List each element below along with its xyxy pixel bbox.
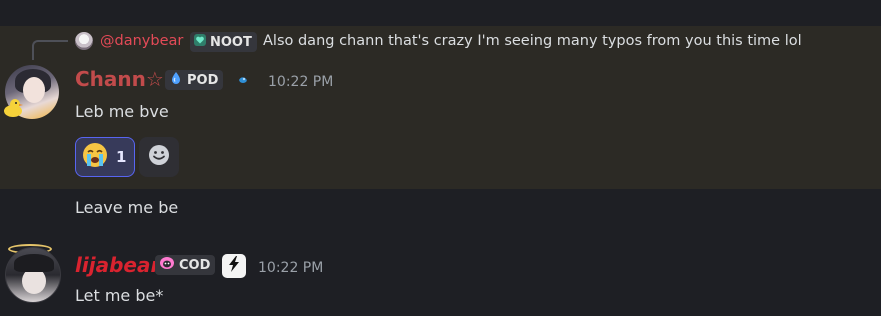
tag-label: POD [187,72,219,88]
avatar-face [23,77,45,103]
bolt-icon [226,255,242,277]
reply-avatar[interactable] [75,32,93,50]
message-content: Let me be* [75,286,164,305]
username[interactable]: lijabear [75,253,160,277]
reply-tag-label: NOOT [210,34,252,50]
message-content: Leb me bve [75,102,169,121]
crying-face-icon [82,142,108,172]
avatar[interactable] [5,247,61,303]
message-content: Leave me be [75,198,179,217]
timestamp[interactable]: 10:22 PM [258,260,323,276]
guild-tag[interactable]: POD [165,70,224,90]
water-drop-icon [169,71,183,89]
chat-message-list: @danybear NOOT Also dang chann that's cr… [0,0,881,316]
username[interactable]: Chann☆ [75,67,164,91]
heart-icon [194,34,206,50]
bubble-icon [239,77,247,83]
tag-label: COD [179,257,211,273]
guild-tag[interactable]: COD [155,255,216,275]
reaction-count: 1 [116,148,127,166]
reply-username[interactable]: @danybear [100,33,183,49]
app-badge[interactable] [222,254,246,278]
reply-preview-text[interactable]: Also dang chann that's crazy I'm seeing … [263,33,802,49]
avatar-hat [14,254,54,272]
reaction-button[interactable]: 1 [75,137,135,177]
duck-decoration-icon [4,99,23,117]
reply-connector [32,40,68,60]
add-reaction-button[interactable] [139,137,179,177]
reply-guild-tag[interactable]: NOOT [190,32,257,52]
timestamp[interactable]: 10:22 PM [268,74,333,90]
mushroom-icon [159,256,175,274]
smiley-icon [148,144,170,170]
